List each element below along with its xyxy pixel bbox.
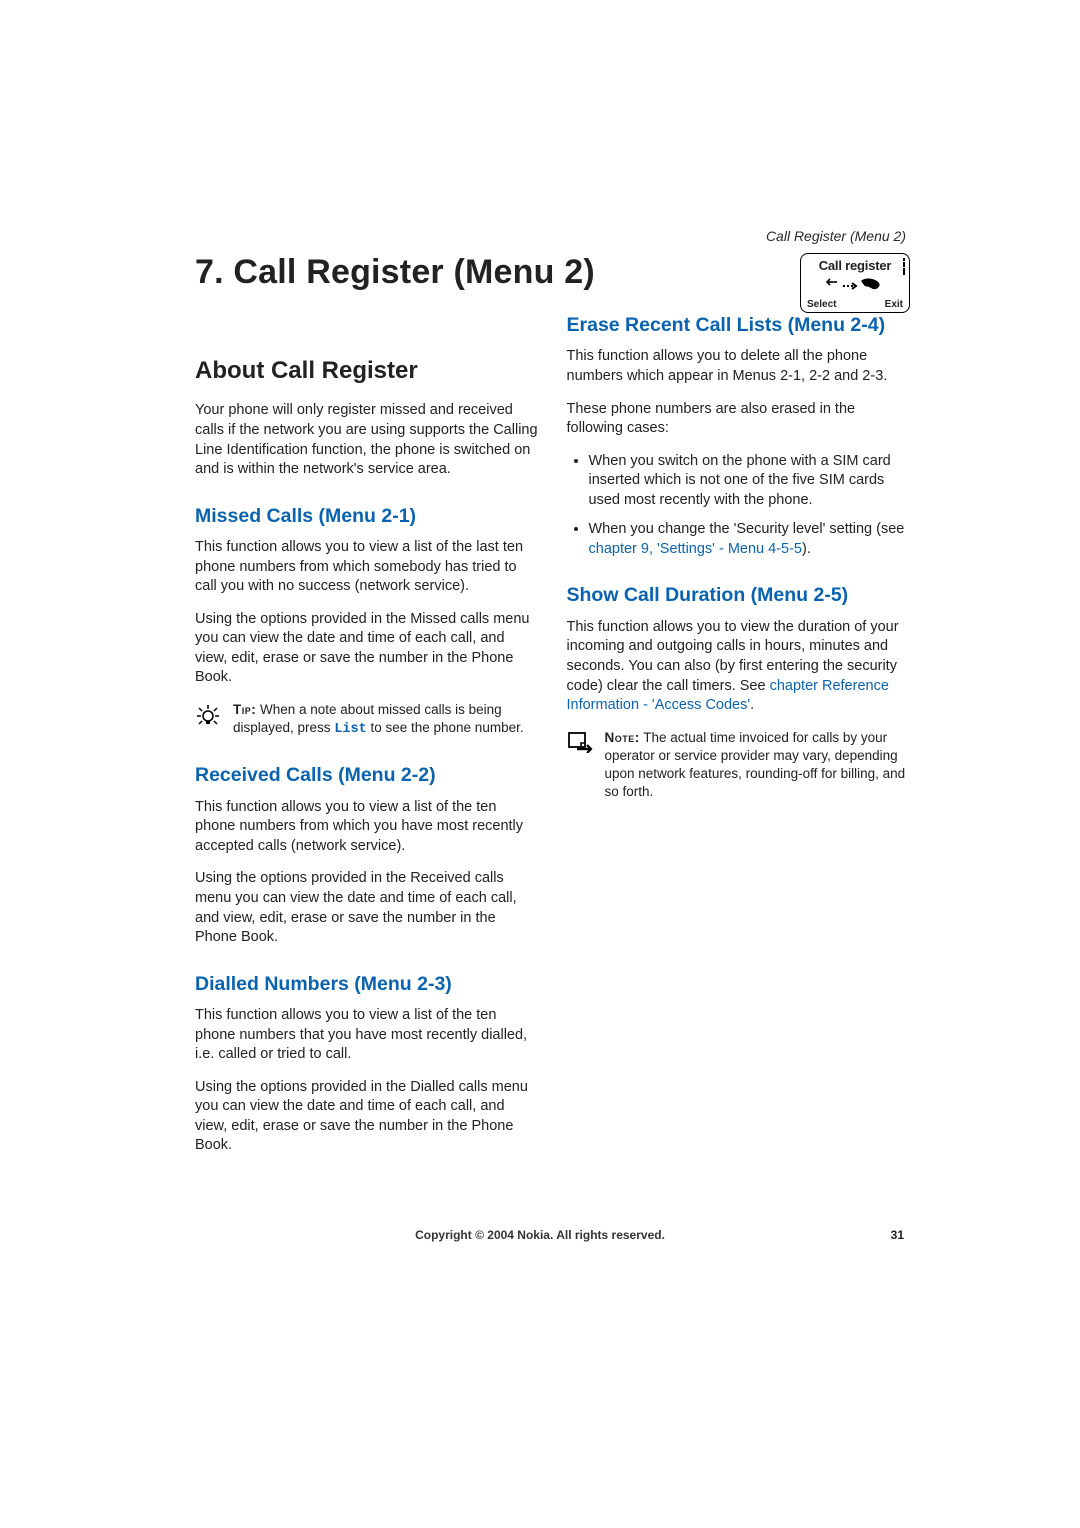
title-row: 7. Call Register (Menu 2) Call register … <box>195 253 910 313</box>
missed-heading: Missed Calls (Menu 2-1) <box>195 504 539 528</box>
softkey-left: Select <box>807 299 836 310</box>
phone-screen: Call register Select Exit <box>800 253 910 313</box>
note-label: Note: <box>605 730 640 745</box>
about-heading: About Call Register <box>195 355 539 387</box>
erase-b2-before: When you change the 'Security level' set… <box>589 521 905 537</box>
lightbulb-icon <box>195 703 221 729</box>
note-text: Note: The actual time invoiced for calls… <box>605 729 911 802</box>
received-heading: Received Calls (Menu 2-2) <box>195 763 539 787</box>
tip-label: Tip: <box>233 702 256 717</box>
tip-after: to see the phone number. <box>367 720 524 735</box>
signal-icon <box>903 258 905 276</box>
chapter-title: 7. Call Register (Menu 2) <box>195 253 595 292</box>
settings-link[interactable]: chapter 9, 'Settings' - Menu 4-5-5 <box>589 541 802 557</box>
erase-b2-after: ). <box>802 541 811 557</box>
duration-p1-after: . <box>750 697 754 713</box>
erase-bullet-2: When you change the 'Security level' set… <box>589 520 911 559</box>
erase-heading: Erase Recent Call Lists (Menu 2-4) <box>567 313 911 337</box>
erase-list: When you switch on the phone with a SIM … <box>567 452 911 560</box>
arrows-icon <box>825 278 885 294</box>
softkey-right: Exit <box>885 299 903 310</box>
tip-code: List <box>334 722 366 737</box>
received-p1: This function allows you to view a list … <box>195 798 539 857</box>
duration-p1: This function allows you to view the dur… <box>567 618 911 716</box>
erase-p2: These phone numbers are also erased in t… <box>567 400 911 439</box>
note-body: The actual time invoiced for calls by yo… <box>605 730 906 800</box>
received-p2: Using the options provided in the Receiv… <box>195 869 539 947</box>
note-callout: Note: The actual time invoiced for calls… <box>567 729 911 802</box>
page: Call Register (Menu 2) 7. Call Register … <box>0 0 1080 1193</box>
dialled-p1: This function allows you to view a list … <box>195 1006 539 1065</box>
missed-p2: Using the options provided in the Missed… <box>195 610 539 688</box>
page-number: 31 <box>891 1228 904 1242</box>
missed-p1: This function allows you to view a list … <box>195 538 539 597</box>
tip-text: Tip: When a note about missed calls is b… <box>233 701 539 739</box>
tip-callout: Tip: When a note about missed calls is b… <box>195 701 539 739</box>
body-columns: About Call Register Your phone will only… <box>195 313 910 1193</box>
dialled-p2: Using the options provided in the Dialle… <box>195 1078 539 1156</box>
erase-bullet-1: When you switch on the phone with a SIM … <box>589 452 911 511</box>
dialled-heading: Dialled Numbers (Menu 2-3) <box>195 972 539 996</box>
footer-copyright: Copyright © 2004 Nokia. All rights reser… <box>0 1228 1080 1242</box>
phone-screen-title: Call register <box>807 258 903 273</box>
phone-screen-icons <box>807 277 903 295</box>
note-icon <box>567 731 593 753</box>
running-head: Call Register (Menu 2) <box>766 228 906 244</box>
duration-heading: Show Call Duration (Menu 2-5) <box>567 583 911 607</box>
erase-p1: This function allows you to delete all t… <box>567 347 911 386</box>
about-text: Your phone will only register missed and… <box>195 401 539 479</box>
